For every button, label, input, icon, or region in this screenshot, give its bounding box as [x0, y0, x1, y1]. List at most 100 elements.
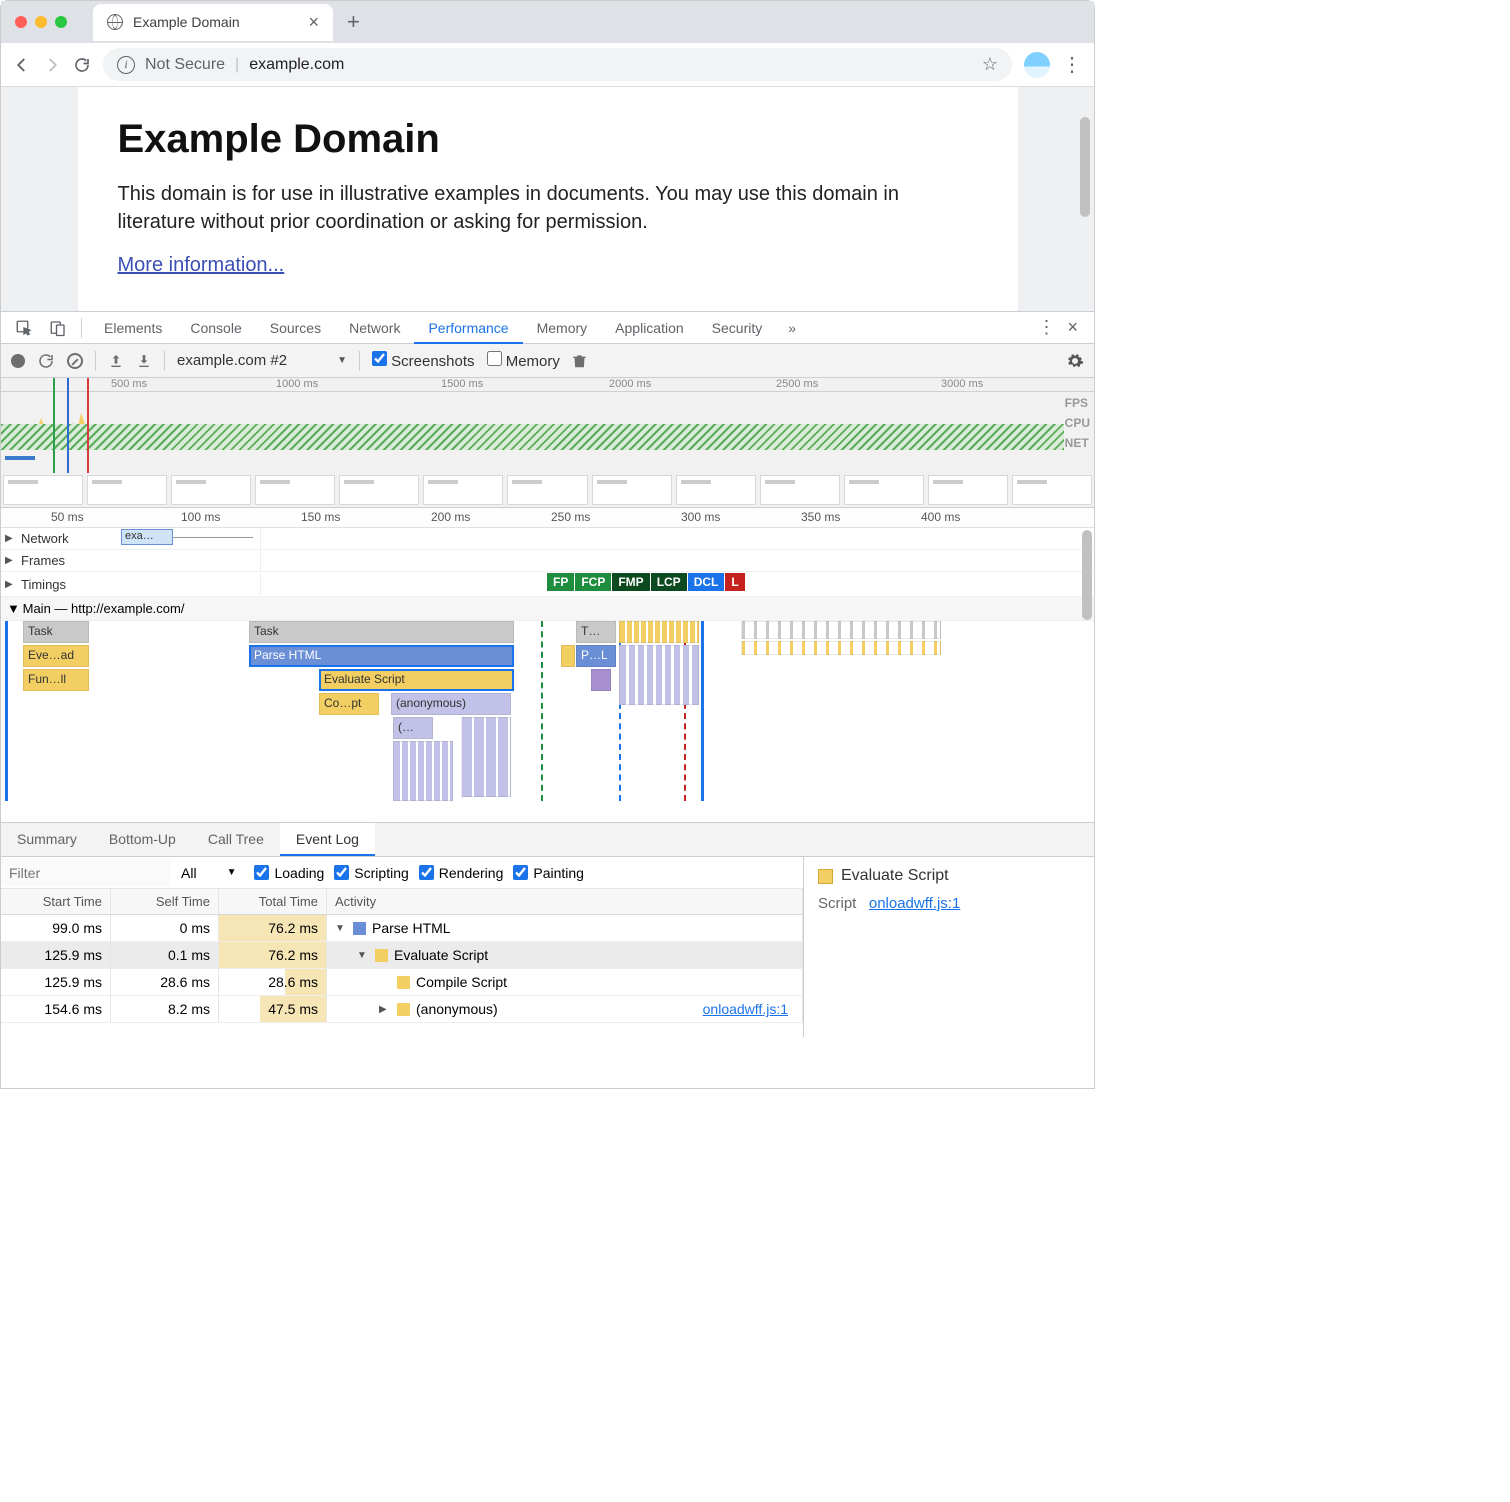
devtools-close-icon[interactable]: ×	[1059, 317, 1086, 338]
back-button[interactable]	[13, 56, 31, 74]
source-link[interactable]: onloadwff.js:1	[703, 1001, 794, 1017]
event-row[interactable]: 154.6 ms8.2 ms47.5 ms▶(anonymous)onloadw…	[1, 996, 803, 1023]
devtools-tab-security[interactable]: Security	[698, 314, 777, 342]
flame-block[interactable]	[393, 741, 453, 801]
tab-call-tree[interactable]: Call Tree	[192, 823, 280, 856]
devtools-tab-network[interactable]: Network	[335, 314, 414, 342]
devtools-tab-sources[interactable]: Sources	[256, 314, 335, 342]
thumbnail[interactable]	[592, 475, 672, 505]
clear-icon[interactable]	[67, 353, 83, 369]
filter-rendering[interactable]: Rendering	[419, 865, 504, 881]
thumbnail[interactable]	[760, 475, 840, 505]
forward-button[interactable]	[43, 56, 61, 74]
detail-script-link[interactable]: onloadwff.js:1	[869, 895, 960, 912]
thumbnail[interactable]	[3, 475, 83, 505]
tab-summary[interactable]: Summary	[1, 823, 93, 856]
window-minimize-button[interactable]	[35, 16, 47, 28]
devtools-tab-memory[interactable]: Memory	[523, 314, 602, 342]
devtools-tab-performance[interactable]: Performance	[414, 314, 522, 344]
window-maximize-button[interactable]	[55, 16, 67, 28]
event-row[interactable]: 125.9 ms0.1 ms76.2 ms▼Evaluate Script	[1, 942, 803, 969]
devtools-menu-icon[interactable]: ⋮	[1037, 317, 1055, 338]
trash-icon[interactable]	[572, 353, 587, 369]
expand-icon[interactable]: ▶	[5, 555, 17, 566]
flame-block[interactable]	[619, 645, 699, 705]
memory-checkbox[interactable]: Memory	[487, 351, 560, 370]
flame-block[interactable]	[591, 669, 611, 691]
inspect-element-icon[interactable]	[9, 319, 39, 337]
reload-button[interactable]	[73, 56, 91, 74]
thumbnail[interactable]	[844, 475, 924, 505]
tab-event-log[interactable]: Event Log	[280, 823, 375, 856]
thumbnail[interactable]	[507, 475, 587, 505]
devtools-tab-elements[interactable]: Elements	[90, 314, 176, 342]
browser-tab[interactable]: Example Domain ×	[93, 4, 333, 41]
flame-chart[interactable]: 50 ms 100 ms 150 ms 200 ms 250 ms 300 ms…	[1, 508, 1094, 823]
flame-block[interactable]	[741, 641, 941, 655]
expand-icon[interactable]: ▶	[5, 579, 17, 590]
flame-canvas[interactable]: Task Eve…ad Fun…ll Task Parse HTML Evalu…	[1, 621, 1094, 801]
profile-avatar[interactable]	[1024, 52, 1050, 78]
omnibox[interactable]: i Not Secure | example.com ☆	[103, 48, 1012, 81]
settings-gear-icon[interactable]	[1066, 352, 1084, 370]
collapse-icon[interactable]: ▼	[7, 601, 19, 616]
upload-icon[interactable]	[108, 353, 124, 369]
flame-block[interactable]: Co…pt	[319, 693, 379, 715]
devtools-tab-application[interactable]: Application	[601, 314, 698, 342]
network-row[interactable]: ▶Network exa…	[1, 528, 1094, 550]
recording-select[interactable]: example.com #2 ▼	[177, 352, 347, 369]
bookmark-star-icon[interactable]: ☆	[982, 54, 998, 75]
reload-record-icon[interactable]	[37, 352, 55, 370]
flame-block[interactable]: T…	[576, 621, 616, 643]
flame-block[interactable]: (…	[393, 717, 433, 739]
filter-loading[interactable]: Loading	[254, 865, 324, 881]
flame-block[interactable]: Task	[249, 621, 514, 643]
filter-input[interactable]	[1, 859, 171, 887]
timings-row[interactable]: ▶Timings FPFCPFMPLCPDCLL	[1, 572, 1094, 597]
thumbnail[interactable]	[255, 475, 335, 505]
overview-timeline[interactable]: 500 ms 1000 ms 1500 ms 2000 ms 2500 ms 3…	[1, 378, 1094, 508]
thumbnail[interactable]	[1012, 475, 1092, 505]
viewport-scrollbar[interactable]	[1080, 117, 1090, 217]
flame-block[interactable]	[561, 645, 575, 667]
flame-block[interactable]	[461, 717, 511, 797]
thumbnail[interactable]	[928, 475, 1008, 505]
more-tabs-chevron-icon[interactable]: »	[780, 320, 804, 336]
devtools-tab-console[interactable]: Console	[176, 314, 255, 342]
flame-block[interactable]: Eve…ad	[23, 645, 89, 667]
flame-block[interactable]: Evaluate Script	[319, 669, 514, 691]
flame-block[interactable]: Fun…ll	[23, 669, 89, 691]
thumbnail[interactable]	[676, 475, 756, 505]
filter-painting[interactable]: Painting	[513, 865, 584, 881]
device-toggle-icon[interactable]	[43, 319, 73, 337]
event-row[interactable]: 125.9 ms28.6 ms28.6 msCompile Script	[1, 969, 803, 996]
window-close-button[interactable]	[15, 16, 27, 28]
new-tab-button[interactable]: +	[347, 9, 360, 35]
duration-select[interactable]: All▼	[181, 865, 244, 881]
screenshots-checkbox[interactable]: Screenshots	[372, 351, 475, 370]
thumbnail[interactable]	[171, 475, 251, 505]
tab-close-icon[interactable]: ×	[308, 12, 319, 33]
flame-block[interactable]	[741, 621, 941, 639]
flame-block[interactable]: Task	[23, 621, 89, 643]
thumbnail[interactable]	[339, 475, 419, 505]
main-thread-header[interactable]: ▼ Main — http://example.com/	[1, 597, 1094, 621]
flame-block[interactable]: (anonymous)	[391, 693, 511, 715]
more-info-link[interactable]: More information...	[118, 254, 285, 276]
flame-block[interactable]	[619, 621, 699, 643]
menu-kebab-icon[interactable]: ⋮	[1062, 52, 1082, 77]
thumbnail[interactable]	[423, 475, 503, 505]
network-item[interactable]: exa…	[121, 529, 173, 545]
frames-row[interactable]: ▶Frames	[1, 550, 1094, 572]
filter-scripting[interactable]: Scripting	[334, 865, 408, 881]
record-button[interactable]	[11, 354, 25, 368]
download-icon[interactable]	[136, 353, 152, 369]
tab-bottom-up[interactable]: Bottom-Up	[93, 823, 192, 856]
flame-block[interactable]: Parse HTML	[249, 645, 514, 667]
thumbnail[interactable]	[87, 475, 167, 505]
flame-scrollbar[interactable]	[1082, 530, 1092, 620]
expand-icon[interactable]: ▶	[5, 533, 17, 544]
flame-block[interactable]: P…L	[576, 645, 616, 667]
event-row[interactable]: 99.0 ms0 ms76.2 ms▼Parse HTML	[1, 915, 803, 942]
site-info-icon[interactable]: i	[117, 56, 135, 74]
